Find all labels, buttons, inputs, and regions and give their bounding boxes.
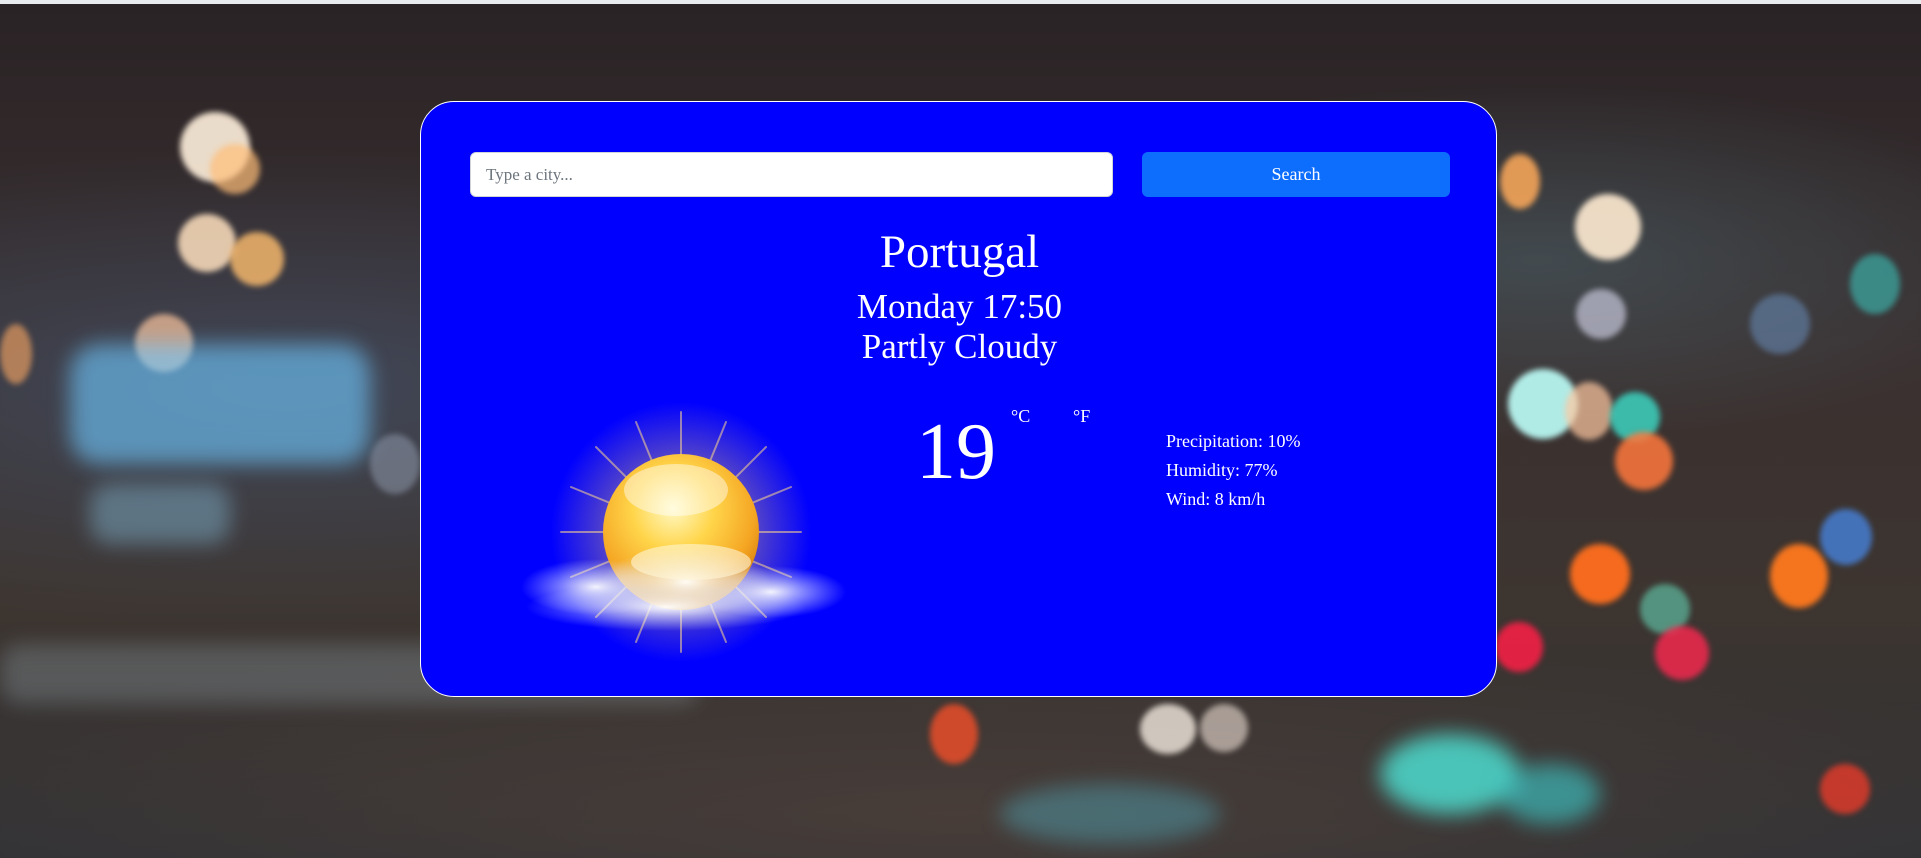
weather-details: Precipitation: 10% Humidity: 77% Wind: 8… xyxy=(1166,427,1300,514)
fahrenheit-toggle[interactable]: °F xyxy=(1073,405,1090,427)
wind-text: Wind: 8 km/h xyxy=(1166,489,1266,509)
partly-cloudy-sun-icon xyxy=(521,402,846,662)
day-time: Monday 17:50 xyxy=(856,287,1063,326)
humidity-text: Humidity: 77% xyxy=(1166,460,1278,480)
search-button[interactable]: Search xyxy=(1142,152,1450,197)
temperature-value: 19 xyxy=(916,408,996,496)
city-search-input[interactable] xyxy=(470,152,1113,197)
weather-card: Search Portugal Monday 17:50 Partly Clou… xyxy=(420,101,1497,697)
precipitation-text: Precipitation: 10% xyxy=(1166,431,1301,451)
weather-condition: Partly Cloudy xyxy=(861,327,1058,366)
city-name: Portugal xyxy=(879,226,1040,278)
celsius-toggle[interactable]: °C xyxy=(1011,405,1030,427)
